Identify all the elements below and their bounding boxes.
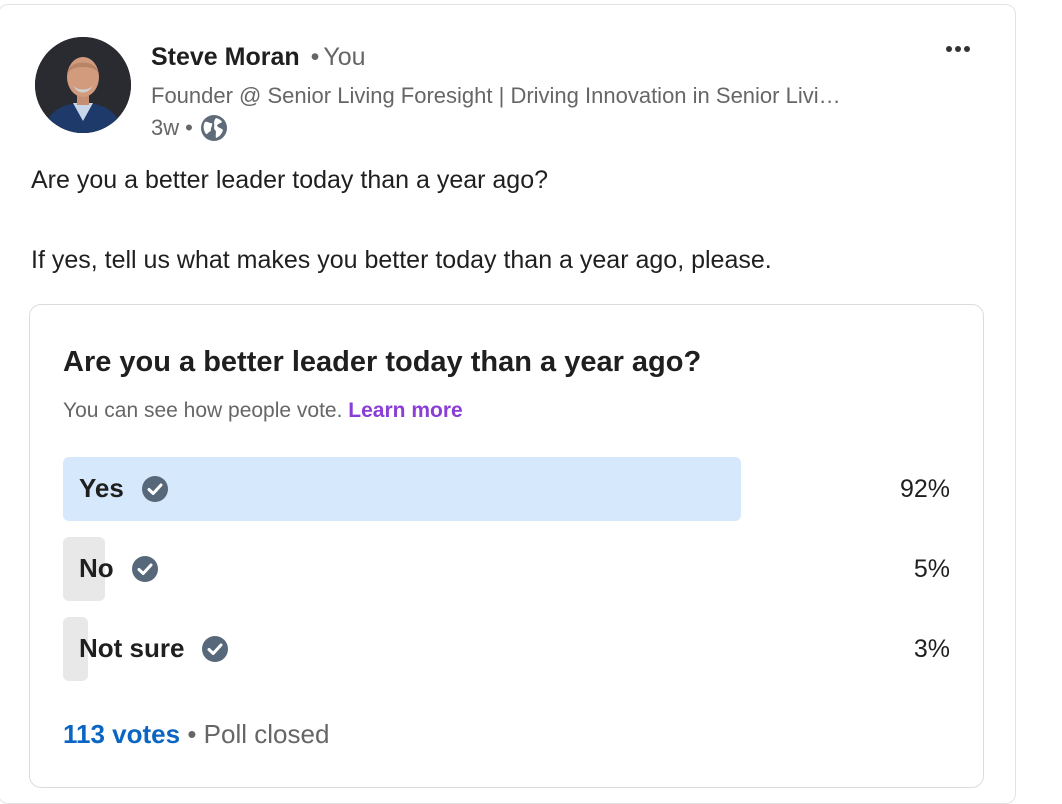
poll-status: Poll closed xyxy=(203,719,330,749)
poll-option-label-wrap: Yes xyxy=(79,473,170,504)
post-text-line-2: If yes, tell us what makes you better to… xyxy=(31,246,772,274)
poll-option-yes[interactable]: Yes 92% xyxy=(63,457,950,521)
poll-option-percent: 5% xyxy=(913,555,950,583)
author-relation-wrap: • You xyxy=(307,43,366,71)
author-relation: You xyxy=(323,43,366,71)
poll-card: Are you a better leader today than a yea… xyxy=(29,304,984,788)
post-meta: 3w • xyxy=(151,113,229,143)
poll-note: You can see how people vote. Learn more xyxy=(63,399,463,423)
poll-option-label-wrap: No xyxy=(79,553,160,584)
poll-option-label: Yes xyxy=(79,473,124,503)
check-circle-icon xyxy=(141,475,168,502)
globe-icon xyxy=(200,115,227,141)
learn-more-link[interactable]: Learn more xyxy=(348,399,462,422)
author-header: Steve Moran • You xyxy=(151,43,366,72)
avatar-photo xyxy=(35,37,131,133)
avatar[interactable] xyxy=(35,37,131,133)
poll-option-label-wrap: Not sure xyxy=(79,633,230,664)
poll-option-no[interactable]: No 5% xyxy=(63,537,950,601)
poll-option-percent: 92% xyxy=(899,475,950,503)
poll-option-not-sure[interactable]: Not sure 3% xyxy=(63,617,950,681)
meta-separator: • xyxy=(185,115,193,140)
post-time[interactable]: 3w xyxy=(151,115,179,141)
poll-option-label: No xyxy=(79,553,114,583)
separator-dot: • xyxy=(310,43,320,71)
votes-count-link[interactable]: 113 votes xyxy=(63,719,180,749)
check-circle-icon xyxy=(202,635,229,662)
author-name[interactable]: Steve Moran xyxy=(151,43,300,71)
more-options-icon[interactable] xyxy=(939,35,975,63)
poll-footer: 113 votes • Poll closed xyxy=(63,719,329,750)
footer-separator: • xyxy=(187,719,197,749)
check-circle-icon xyxy=(131,555,158,582)
author-headline: Founder @ Senior Living Foresight | Driv… xyxy=(151,83,841,108)
poll-option-label: Not sure xyxy=(79,633,185,663)
poll-question: Are you a better leader today than a yea… xyxy=(63,346,702,378)
poll-option-percent: 3% xyxy=(913,635,950,663)
poll-visibility-note: You can see how people vote. xyxy=(63,399,343,422)
post-text-line-1: Are you a better leader today than a yea… xyxy=(31,166,549,194)
post-card: Steve Moran • You Founder @ Senior Living… xyxy=(0,4,1016,804)
